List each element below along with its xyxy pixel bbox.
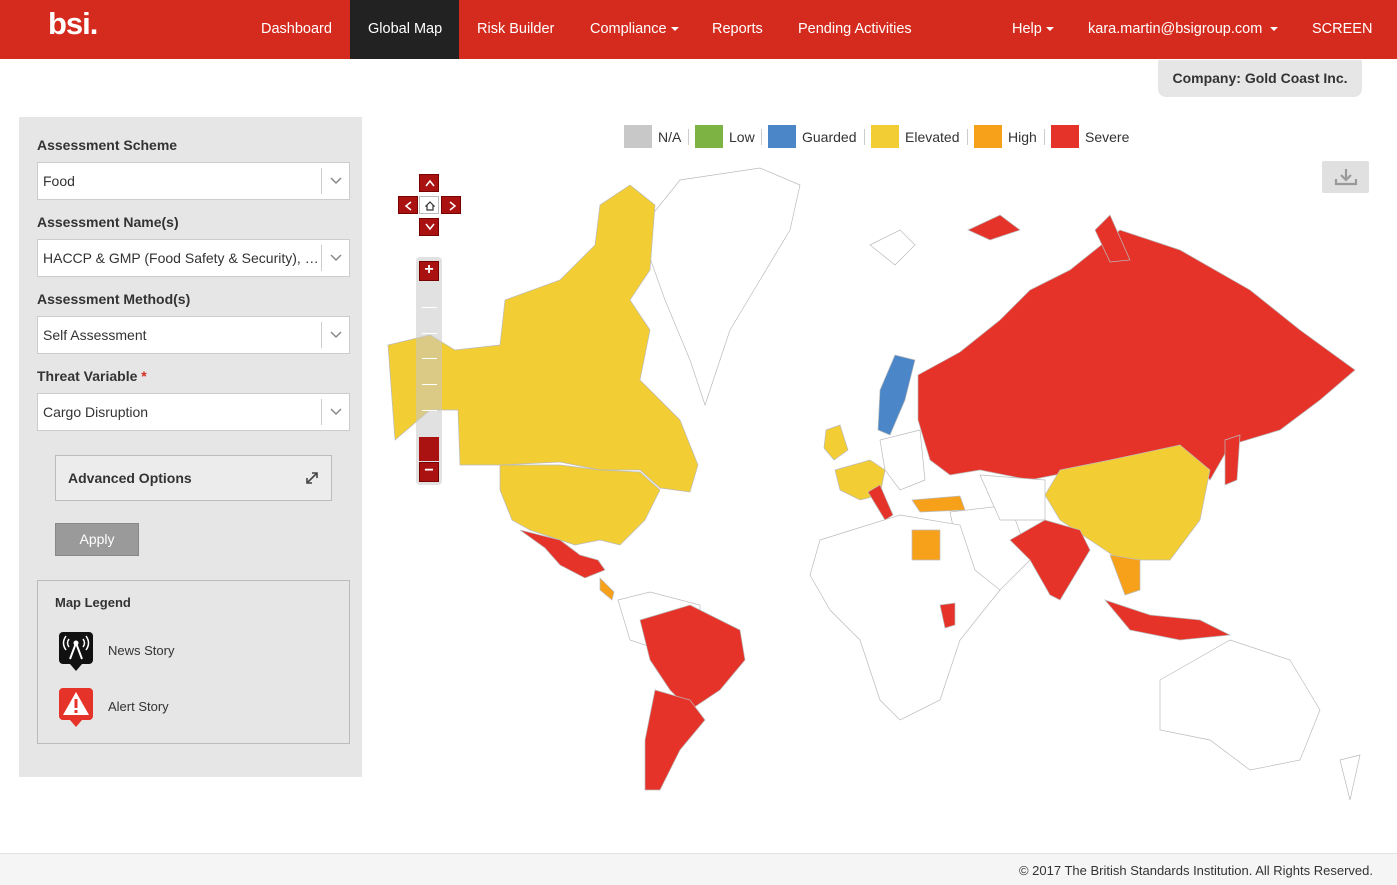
risk-label-low: Low (729, 129, 755, 145)
page-footer: © 2017 The British Standards Institution… (0, 853, 1397, 885)
map-region-greenland (639, 167, 801, 407)
news-story-icon (59, 632, 93, 671)
divider (864, 129, 865, 145)
risk-label-high: High (1008, 129, 1037, 145)
map-region-japan (1224, 434, 1241, 486)
caret-down-icon (1270, 27, 1279, 32)
zoom-tick (422, 384, 437, 385)
scheme-value: Food (43, 173, 75, 189)
caret-down-icon (1045, 27, 1054, 32)
assessment-method-select[interactable]: Self Assessment (37, 316, 350, 354)
copyright-text: © 2017 The British Standards Institution… (1018, 863, 1373, 878)
threat-label-text: Threat Variable (37, 368, 138, 384)
zoom-tick (422, 333, 437, 334)
nav-screen[interactable]: SCREEN (1294, 0, 1390, 59)
map-region-arctic-islands (967, 214, 1021, 241)
pan-down-button[interactable] (419, 218, 439, 236)
assessment-method-value: Self Assessment (43, 327, 147, 343)
map-region-egypt (911, 529, 941, 561)
zoom-tick (422, 410, 437, 411)
home-button[interactable] (419, 196, 439, 214)
apply-button[interactable]: Apply (55, 523, 139, 556)
chevron-down-icon (321, 399, 349, 425)
zoom-tick (422, 358, 437, 359)
risk-swatch-low (695, 125, 723, 148)
legend-alert-story: Alert Story (58, 687, 169, 734)
threat-label: Threat Variable * (37, 368, 147, 384)
alert-story-icon (59, 688, 93, 727)
assessment-name-value: HACCP & GMP (Food Safety & Security), Fo… (43, 250, 323, 266)
scheme-select[interactable]: Food (37, 162, 350, 200)
risk-label-na: N/A (658, 129, 682, 145)
zoom-level-handle[interactable] (419, 437, 439, 461)
chevron-down-icon (321, 168, 349, 194)
risk-swatch-elevated (871, 125, 899, 148)
advanced-options-label: Advanced Options (68, 470, 192, 486)
name-label: Assessment Name(s) (37, 214, 179, 230)
legend-news-story: News Story (58, 631, 174, 678)
map-region-italy (867, 484, 894, 521)
nav-pending-activities[interactable]: Pending Activities (780, 0, 930, 59)
advanced-options-toggle[interactable]: Advanced Options (55, 455, 332, 501)
nav-dashboard[interactable]: Dashboard (243, 0, 350, 59)
pan-left-button[interactable] (398, 196, 418, 214)
map-region-uk (823, 424, 849, 461)
nav-compliance-label: Compliance (590, 21, 667, 37)
nav-global-map[interactable]: Global Map (350, 0, 459, 59)
map-region-indonesia (1103, 599, 1232, 641)
risk-swatch-guarded (768, 125, 796, 148)
pan-up-button[interactable] (419, 174, 439, 192)
pan-right-button[interactable] (441, 196, 461, 214)
world-risk-map[interactable] (380, 160, 1370, 810)
top-navbar: bsi. Dashboard Global Map Risk Builder C… (0, 0, 1397, 59)
risk-swatch-high (974, 125, 1002, 148)
zoom-tick (422, 307, 437, 308)
expand-icon (306, 472, 318, 484)
zoom-in-button[interactable]: + (419, 261, 439, 281)
risk-swatch-severe (1051, 125, 1079, 148)
divider (761, 129, 762, 145)
risk-label-elevated: Elevated (905, 129, 960, 145)
chevron-down-icon (321, 322, 349, 348)
map-region-turkey (911, 495, 966, 513)
news-story-label: News Story (108, 643, 175, 658)
user-email: kara.martin@bsigroup.com (1088, 21, 1263, 37)
assessment-name-select[interactable]: HACCP & GMP (Food Safety & Security), Fo… (37, 239, 350, 277)
map-region-scandinavia (877, 354, 916, 436)
company-indicator: Company: Gold Coast Inc. (1158, 60, 1362, 97)
scheme-label: Assessment Scheme (37, 137, 178, 153)
caret-down-icon (670, 27, 679, 32)
risk-label-severe: Severe (1085, 129, 1130, 145)
zoom-out-button[interactable]: − (419, 462, 439, 482)
bsi-logo[interactable]: bsi. (48, 6, 98, 42)
map-region-southeast-asia (1109, 554, 1141, 596)
map-region-russia (917, 229, 1356, 481)
divider (967, 129, 968, 145)
nav-help-label: Help (1012, 21, 1042, 37)
map-region-eastern-europe (879, 429, 926, 491)
divider (688, 129, 689, 145)
nav-risk-builder[interactable]: Risk Builder (459, 0, 572, 59)
nav-compliance[interactable]: Compliance (572, 0, 697, 59)
threat-variable-value: Cargo Disruption (43, 404, 149, 420)
map-legend: Map Legend News Story Alert Story (37, 580, 350, 744)
divider (1044, 129, 1045, 145)
nav-reports[interactable]: Reports (694, 0, 781, 59)
alert-story-label: Alert Story (108, 699, 169, 714)
nav-help[interactable]: Help (994, 0, 1072, 59)
filter-sidebar: Assessment Scheme Food Assessment Name(s… (19, 117, 362, 777)
nav-user-menu[interactable]: kara.martin@bsigroup.com (1070, 0, 1296, 59)
map-region-australia (1159, 639, 1321, 771)
risk-swatch-na (624, 125, 652, 148)
threat-variable-select[interactable]: Cargo Disruption (37, 393, 350, 431)
risk-label-guarded: Guarded (802, 129, 857, 145)
map-region-svalbard (869, 229, 916, 266)
map-legend-title: Map Legend (55, 595, 131, 610)
map-region-central-america (599, 577, 615, 601)
required-marker: * (141, 368, 147, 384)
map-region-new-zealand (1339, 754, 1361, 801)
method-label: Assessment Method(s) (37, 291, 191, 307)
chevron-down-icon (321, 245, 349, 271)
